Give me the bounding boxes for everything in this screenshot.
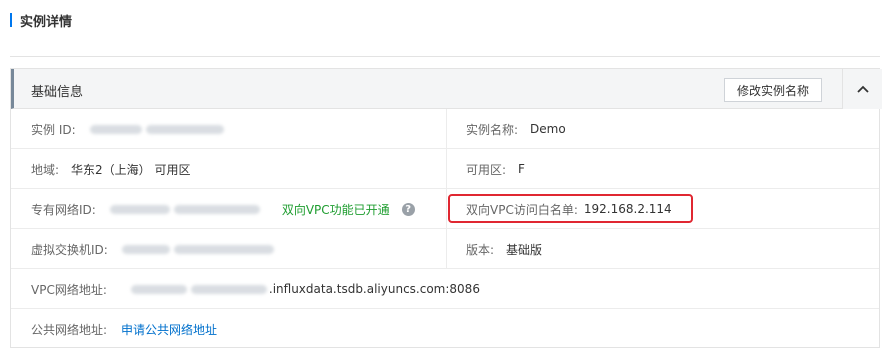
page-title: 实例详情	[20, 14, 73, 30]
version-value: 基础版	[506, 242, 543, 257]
vpc-address-cell: VPC网络地址: .influxdata.tsdb.aliyuncs.com:8…	[31, 269, 861, 309]
zone-value: F	[518, 162, 525, 176]
apply-public-address-link[interactable]: 申请公共网络地址	[121, 321, 217, 338]
info-row: 专有网络ID: 双向VPC功能已开通 ? 双向VPC访问白名单: 192.168…	[11, 189, 879, 229]
highlight-box	[448, 194, 693, 223]
zone-cell: 可用区: F	[466, 149, 879, 189]
redacted-value	[145, 124, 224, 134]
version-label: 版本:	[466, 242, 495, 257]
redacted-value	[121, 244, 170, 254]
region-cell: 地域: 华东2（上海） 可用区	[31, 149, 445, 189]
region-value: 华东2（上海） 可用区	[71, 162, 191, 177]
vpc-id-cell: 专有网络ID: 双向VPC功能已开通 ?	[31, 189, 445, 229]
instance-name-cell: 实例名称: Demo	[466, 109, 879, 149]
vpc-address-label: VPC网络地址:	[31, 282, 107, 297]
instance-id-cell: 实例 ID:	[31, 109, 445, 149]
zone-label: 可用区:	[466, 162, 507, 177]
info-row: 地域: 华东2（上海） 可用区 可用区: F	[11, 149, 879, 189]
info-row: 公共网络地址: 申请公共网络地址	[11, 309, 879, 349]
info-row: 实例 ID: 实例名称: Demo	[11, 109, 879, 149]
instance-name-value: Demo	[530, 122, 566, 136]
title-divider	[10, 56, 880, 57]
public-address-label: 公共网络地址:	[31, 322, 108, 337]
vpc-address-value: .influxdata.tsdb.aliyuncs.com:8086	[268, 282, 480, 296]
info-row: VPC网络地址: .influxdata.tsdb.aliyuncs.com:8…	[11, 269, 879, 309]
basic-info-panel: 基础信息 修改实例名称 实例 ID: 实例名称: Demo 地域: 华东2（上海…	[10, 68, 882, 349]
title-accent-bar	[10, 13, 12, 27]
page-title-area: 实例详情	[10, 12, 73, 30]
redacted-value	[130, 284, 187, 294]
rename-instance-button[interactable]: 修改实例名称	[724, 78, 822, 102]
help-icon[interactable]: ?	[401, 202, 415, 216]
instance-id-label: 实例 ID:	[31, 122, 76, 137]
region-label: 地域:	[31, 162, 60, 177]
instance-name-label: 实例名称:	[466, 122, 519, 137]
collapse-button[interactable]	[842, 69, 882, 109]
vpc-id-label: 专有网络ID:	[31, 202, 96, 217]
redacted-value	[190, 284, 267, 294]
info-row: 虚拟交换机ID: 版本: 基础版	[11, 229, 879, 269]
version-cell: 版本: 基础版	[466, 229, 879, 269]
vswitch-id-label: 虚拟交换机ID:	[31, 242, 108, 257]
panel-title: 基础信息	[31, 85, 84, 100]
redacted-value	[89, 124, 142, 134]
panel-header: 基础信息 修改实例名称	[11, 69, 882, 109]
vswitch-id-cell: 虚拟交换机ID:	[31, 229, 445, 269]
public-address-cell: 公共网络地址: 申请公共网络地址	[31, 309, 445, 349]
chevron-up-icon	[856, 85, 869, 93]
redacted-value	[173, 204, 260, 214]
redacted-value	[173, 244, 274, 254]
vpc-status-text: 双向VPC功能已开通	[281, 202, 390, 217]
redacted-value	[109, 204, 170, 214]
